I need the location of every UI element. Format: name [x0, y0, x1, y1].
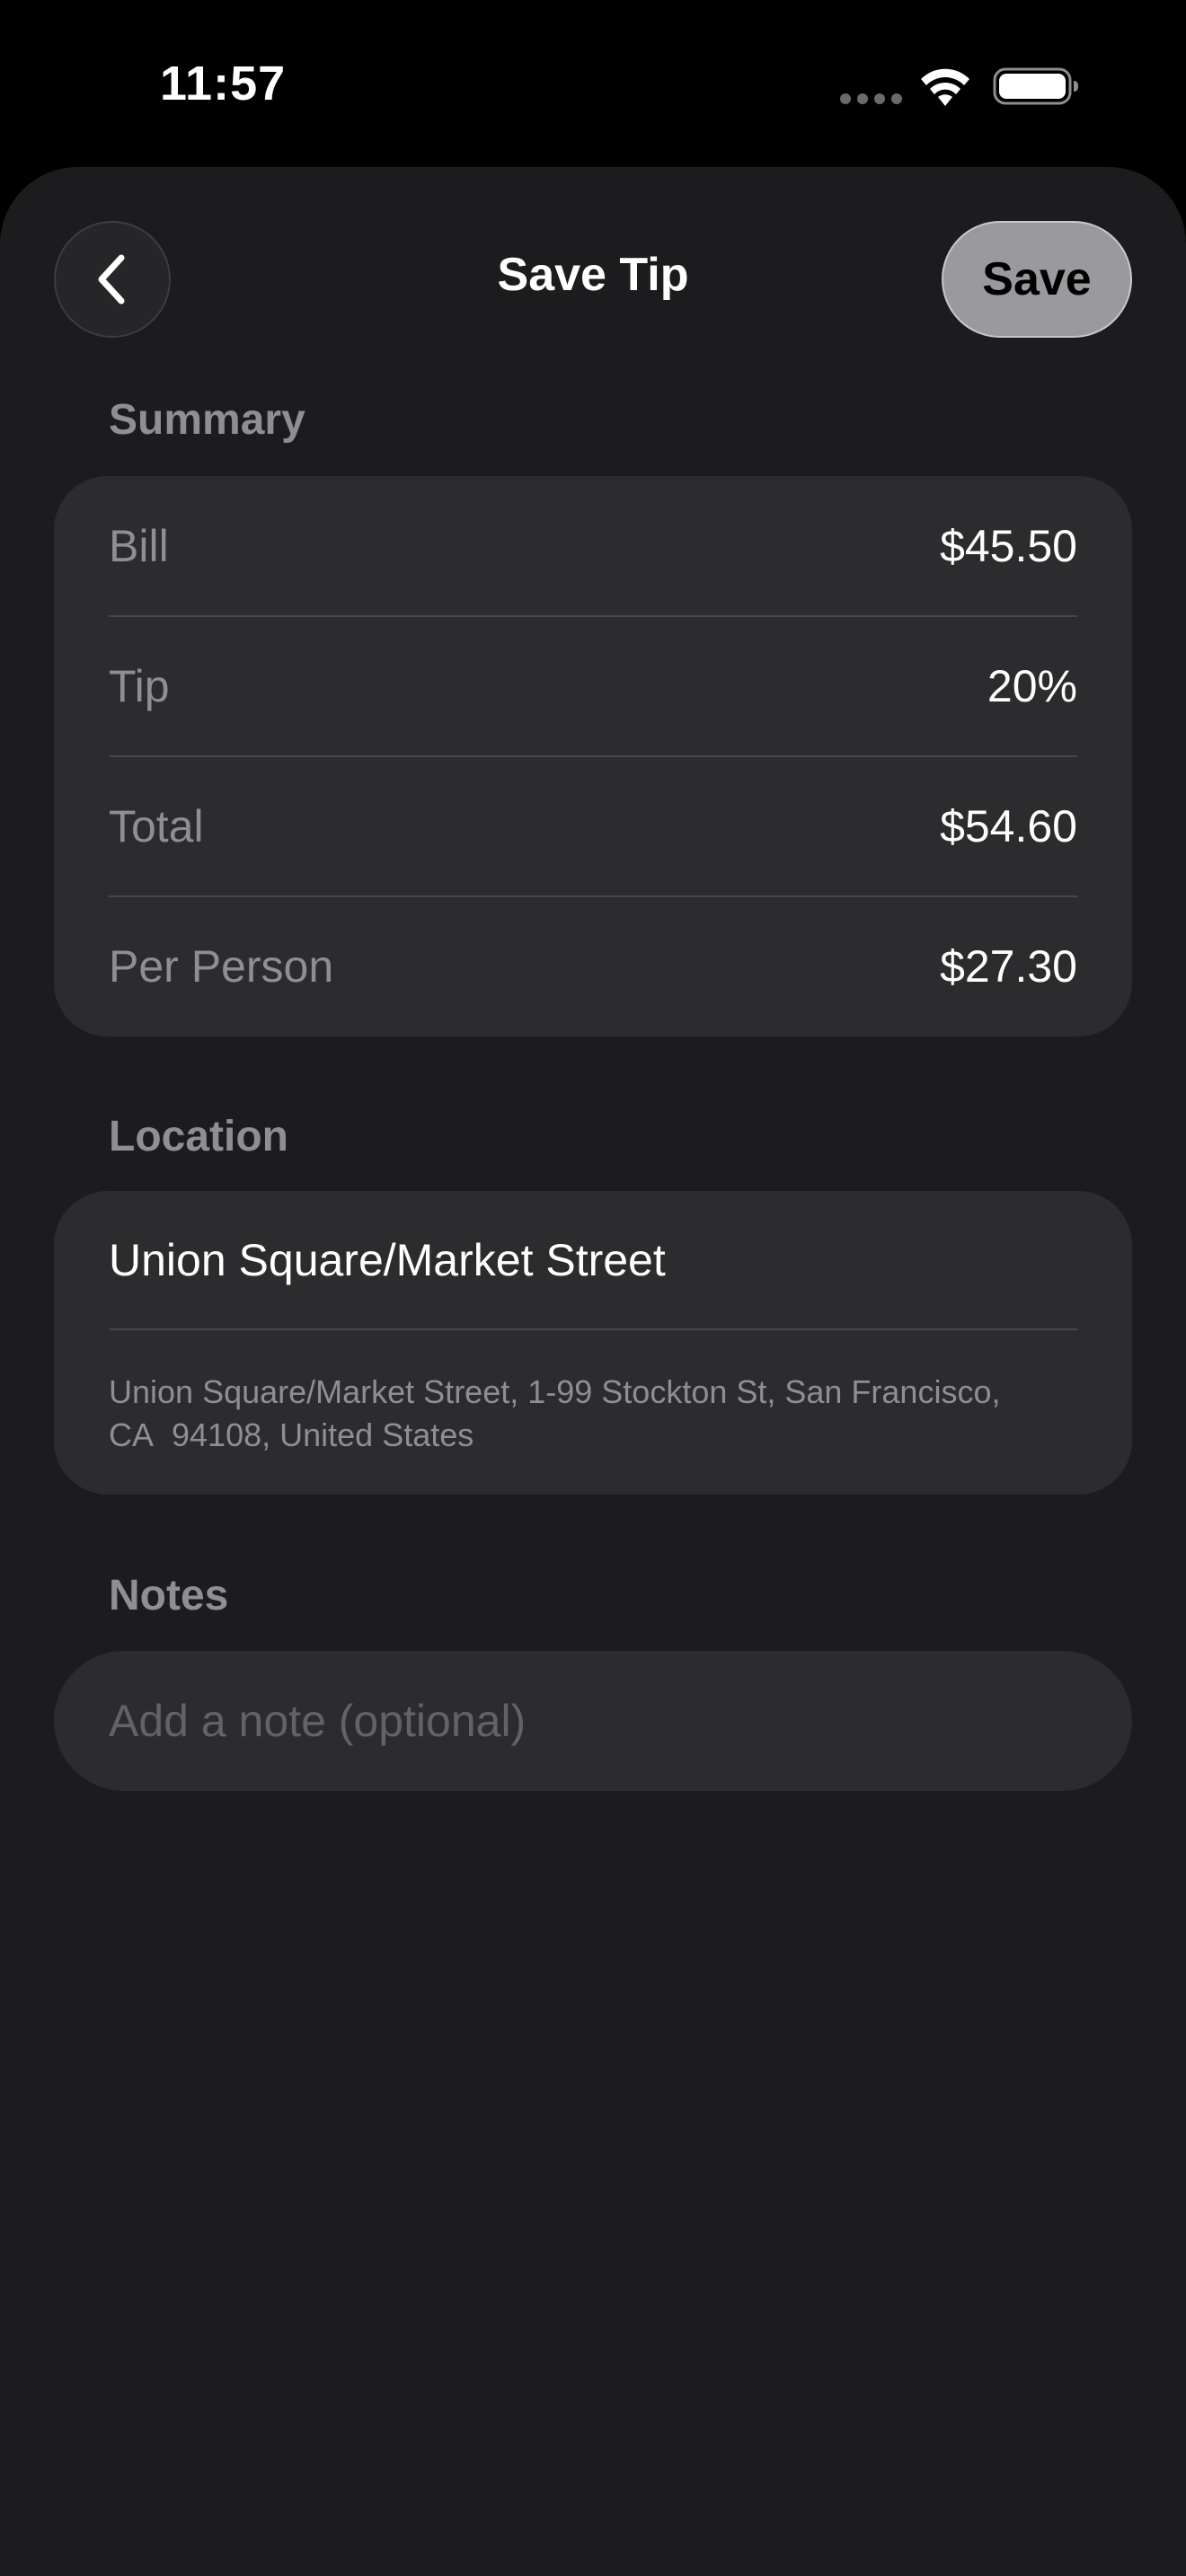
notes-header: Notes — [109, 1572, 229, 1619]
signal-dots-icon — [840, 93, 902, 104]
location-card: Union Square/Market Street Union Square/… — [54, 1191, 1132, 1495]
per-person-value: $27.30 — [940, 941, 1077, 992]
save-button[interactable]: Save — [942, 221, 1132, 338]
back-button[interactable] — [54, 221, 171, 338]
tip-value: 20% — [987, 661, 1077, 711]
divider — [109, 1328, 1077, 1330]
per-person-label: Per Person — [109, 941, 334, 992]
total-label: Total — [109, 801, 204, 851]
bill-value: $45.50 — [940, 521, 1077, 571]
bill-label: Bill — [109, 521, 169, 571]
total-value: $54.60 — [940, 801, 1077, 851]
notes-input[interactable] — [109, 1695, 1079, 1747]
location-header: Location — [109, 1113, 288, 1160]
tip-label: Tip — [109, 661, 170, 711]
chevron-left-icon — [98, 254, 125, 304]
page-title: Save Tip — [497, 249, 689, 301]
summary-row-per-person: Per Person $27.30 — [109, 896, 1077, 1037]
notes-field[interactable] — [54, 1651, 1132, 1791]
battery-icon — [993, 67, 1078, 105]
save-tip-sheet: Save Tip Save Summary Bill $45.50 Tip 20… — [0, 167, 1186, 2576]
summary-row-bill: Bill $45.50 — [109, 476, 1077, 616]
status-time: 11:57 — [160, 57, 287, 110]
summary-row-tip: Tip 20% — [109, 616, 1077, 756]
summary-row-total: Total $54.60 — [109, 756, 1077, 896]
summary-header: Summary — [109, 396, 305, 444]
location-address: Union Square/Market Street, 1-99 Stockto… — [109, 1373, 1001, 1453]
location-name: Union Square/Market Street — [109, 1235, 666, 1285]
status-bar: 11:57 — [0, 0, 1186, 162]
wifi-icon — [921, 68, 969, 106]
summary-card: Bill $45.50 Tip 20% Total $54.60 Per Per… — [54, 476, 1132, 1037]
